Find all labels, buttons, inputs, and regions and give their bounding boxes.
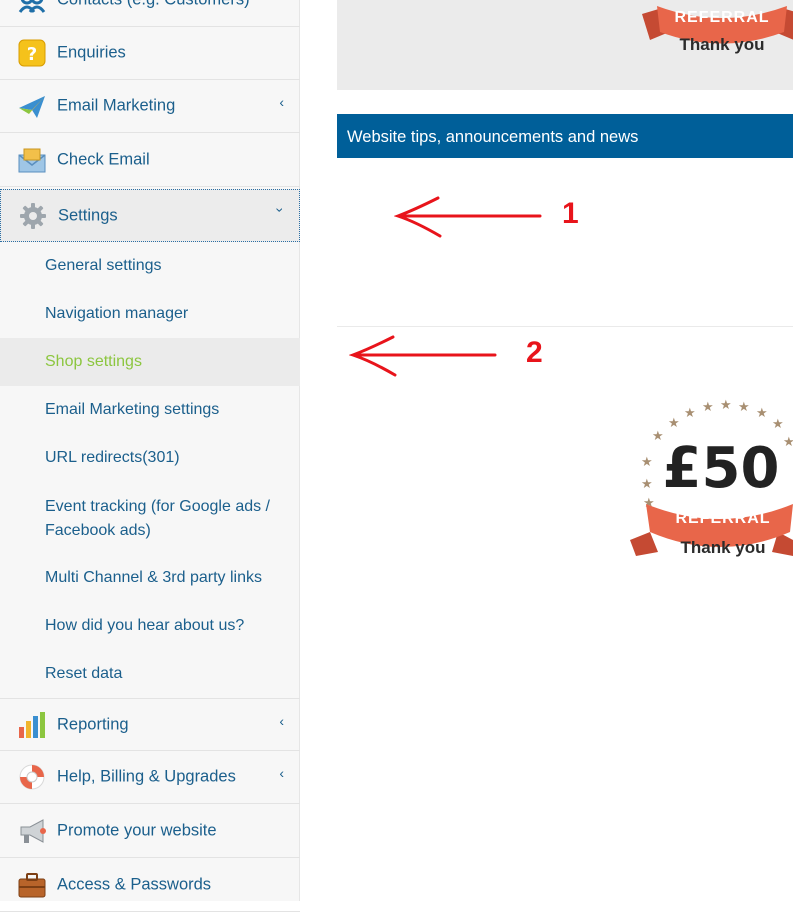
svg-text:★: ★ — [641, 477, 653, 492]
sidebar-item-label: Settings — [58, 206, 118, 224]
sidebar-item-label: Enquiries — [57, 43, 126, 62]
submenu-label: Shop settings — [45, 353, 142, 370]
question-icon: ? — [18, 39, 46, 67]
annotation-arrow-1 — [394, 196, 542, 238]
submenu-label: URL redirects(301) — [45, 449, 180, 466]
badge-ribbon-text: REFERRAL — [675, 510, 770, 527]
chevron-left-icon: ‹ — [279, 94, 284, 110]
submenu-url-redirects[interactable]: URL redirects(301) — [0, 434, 300, 482]
svg-text:★: ★ — [668, 416, 680, 431]
lifebuoy-icon — [18, 763, 46, 791]
annotation-number-2: 2 — [526, 336, 543, 369]
sidebar-item-help-billing[interactable]: Help, Billing & Upgrades ‹ — [0, 751, 300, 804]
svg-text:★: ★ — [738, 400, 750, 415]
chevron-left-icon: ‹ — [279, 713, 284, 729]
submenu-navigation-manager[interactable]: Navigation manager — [0, 290, 300, 338]
submenu-label: Navigation manager — [45, 305, 189, 322]
annotation-arrow-2 — [349, 335, 497, 377]
annotation-number-1: 1 — [562, 197, 579, 230]
sidebar-item-contacts[interactable]: Contacts (e.g. Customers) — [0, 0, 300, 27]
badge-amount: £50 — [663, 436, 780, 501]
svg-text:★: ★ — [756, 406, 768, 421]
sidebar: Contacts (e.g. Customers) ? Enquiries Em… — [0, 0, 300, 912]
submenu-multi-channel[interactable]: Multi Channel & 3rd party links — [0, 554, 300, 602]
svg-text:★: ★ — [772, 417, 784, 432]
sidebar-item-label: Reporting — [57, 715, 129, 733]
sidebar-item-settings[interactable]: Settings › — [0, 189, 300, 242]
svg-text:★: ★ — [783, 435, 793, 450]
submenu-label: General settings — [45, 257, 162, 274]
submenu-label: How did you hear about us? — [45, 617, 245, 634]
briefcase-icon — [18, 871, 46, 899]
sidebar-item-email-marketing[interactable]: Email Marketing ‹ — [0, 80, 300, 133]
submenu-email-marketing-settings[interactable]: Email Marketing settings — [0, 386, 300, 434]
referral-badge-top: REFERRAL Thank you — [642, 6, 793, 54]
badge-top-caption: Thank you — [679, 35, 764, 54]
submenu-event-tracking[interactable]: Event tracking (for Google ads / Faceboo… — [0, 485, 300, 557]
sidebar-item-enquiries[interactable]: ? Enquiries — [0, 27, 300, 80]
news-section-header: Website tips, announcements and news — [337, 114, 793, 158]
gear-icon — [19, 202, 47, 230]
content-divider — [337, 326, 793, 327]
submenu-reset-data[interactable]: Reset data — [0, 650, 300, 698]
referral-banner-top: REFERRAL Thank you — [337, 0, 793, 90]
submenu-how-did-you-hear[interactable]: How did you hear about us? — [0, 602, 300, 650]
sidebar-item-reporting[interactable]: Reporting ‹ — [0, 698, 300, 751]
referral-badge: ★ ★ ★ ★ ★ ★ ★ ★ ★ ★ ★ ★ £50 REFERRAL Tha… — [630, 398, 793, 557]
submenu-label: Event tracking (for Google ads / Faceboo… — [45, 498, 270, 539]
bar-chart-icon — [18, 711, 46, 739]
sidebar-item-label: Access & Passwords — [57, 875, 212, 894]
sidebar-item-label: Help, Billing & Upgrades — [57, 767, 236, 786]
badge-top-ribbon-text: REFERRAL — [674, 9, 769, 26]
sidebar-item-label: Contacts (e.g. Customers) — [57, 0, 250, 10]
contacts-icon — [18, 0, 46, 14]
sidebar-item-access-passwords[interactable]: Access & Passwords — [0, 859, 300, 912]
sidebar-item-promote-website[interactable]: Promote your website — [0, 805, 300, 858]
sidebar-item-check-email[interactable]: Check Email — [0, 134, 300, 187]
chevron-down-icon: › — [272, 207, 289, 213]
submenu-label: Multi Channel & 3rd party links — [45, 569, 262, 586]
submenu-label: Email Marketing settings — [45, 401, 220, 418]
megaphone-icon — [18, 817, 46, 845]
paper-plane-icon — [18, 92, 46, 120]
sidebar-item-label: Check Email — [57, 150, 150, 169]
sidebar-item-label: Promote your website — [57, 821, 217, 840]
svg-text:★: ★ — [641, 455, 653, 470]
svg-text:★: ★ — [720, 398, 732, 413]
envelope-icon — [18, 146, 46, 174]
sidebar-item-label: Email Marketing — [57, 96, 176, 115]
chevron-left-icon: ‹ — [279, 765, 284, 781]
submenu-label: Reset data — [45, 665, 123, 682]
svg-text:★: ★ — [702, 400, 714, 415]
submenu-general-settings[interactable]: General settings — [0, 242, 300, 290]
svg-text:?: ? — [27, 44, 37, 65]
submenu-shop-settings[interactable]: Shop settings — [0, 338, 300, 386]
svg-text:★: ★ — [684, 406, 696, 421]
badge-caption: Thank you — [680, 538, 765, 557]
